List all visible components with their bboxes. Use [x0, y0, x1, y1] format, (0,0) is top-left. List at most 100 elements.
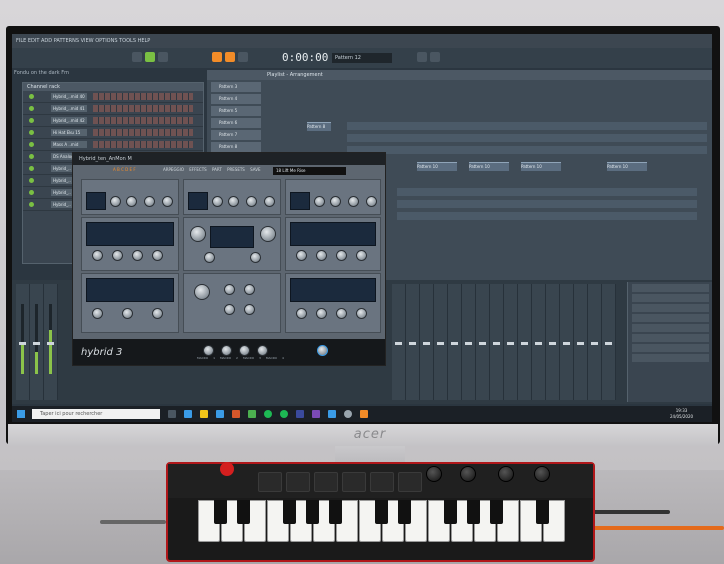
knob[interactable] — [314, 196, 325, 207]
plugin-title[interactable]: Hybrid_ten_AnMon M — [73, 153, 385, 165]
app-icon[interactable] — [344, 410, 352, 418]
knob[interactable] — [244, 304, 255, 315]
mixer-strip[interactable] — [434, 284, 448, 400]
knob[interactable] — [92, 250, 103, 261]
menu-item[interactable]: PART PRESETS — [212, 167, 245, 172]
step-sequence[interactable] — [93, 117, 193, 124]
black-key[interactable] — [467, 500, 480, 524]
mixer-strip[interactable] — [504, 284, 518, 400]
mixer-strip[interactable] — [44, 284, 58, 400]
knob[interactable] — [296, 250, 307, 261]
fader[interactable] — [521, 342, 528, 345]
macro-knob[interactable] — [257, 345, 268, 356]
encoder-knob[interactable] — [498, 466, 514, 482]
effect-slot[interactable] — [632, 354, 709, 362]
fader[interactable] — [437, 342, 444, 345]
channel-led[interactable] — [29, 118, 34, 123]
encoder-knob[interactable] — [426, 466, 442, 482]
knob[interactable] — [336, 308, 347, 319]
knob[interactable] — [356, 250, 367, 261]
knob[interactable] — [348, 196, 359, 207]
app-icon[interactable] — [296, 410, 304, 418]
step-sequence[interactable] — [93, 141, 193, 148]
knob[interactable] — [356, 308, 367, 319]
channel-name[interactable]: Hybrid_..mid 41 — [51, 105, 87, 112]
knob[interactable] — [194, 284, 210, 300]
knob[interactable] — [132, 250, 143, 261]
knob[interactable] — [92, 308, 103, 319]
tab[interactable]: D — [125, 167, 128, 172]
black-key[interactable] — [490, 500, 503, 524]
mixer-strip[interactable] — [602, 284, 616, 400]
tab[interactable]: F — [133, 167, 135, 172]
fader[interactable] — [33, 342, 40, 345]
menu-item[interactable]: EFFECTS — [189, 167, 206, 172]
countdown-icon[interactable] — [238, 52, 248, 62]
playlist-title[interactable]: Playlist - Arrangement — [207, 70, 712, 80]
fader[interactable] — [507, 342, 514, 345]
playlist-clip[interactable] — [347, 134, 707, 142]
knob[interactable] — [336, 250, 347, 261]
taskbar-search-input[interactable]: Taper ici pour rechercher — [32, 409, 160, 419]
black-key[interactable] — [398, 500, 411, 524]
menu-item[interactable]: ARPEGGIO — [163, 167, 184, 172]
knob[interactable] — [244, 284, 255, 295]
knob[interactable] — [112, 250, 123, 261]
channel-name[interactable]: Mass A ..mid — [51, 141, 87, 148]
fader[interactable] — [423, 342, 430, 345]
macro-knob[interactable] — [221, 345, 232, 356]
channel-led[interactable] — [29, 142, 34, 147]
fader[interactable] — [47, 342, 54, 345]
mic-icon[interactable] — [417, 52, 427, 62]
fader[interactable] — [395, 342, 402, 345]
joystick[interactable] — [220, 462, 234, 476]
fader[interactable] — [19, 342, 26, 345]
knob[interactable] — [204, 252, 215, 263]
mixer-strip[interactable] — [546, 284, 560, 400]
fader[interactable] — [479, 342, 486, 345]
effect-slot[interactable] — [632, 304, 709, 312]
tab[interactable]: C — [121, 167, 124, 172]
black-key[interactable] — [306, 500, 319, 524]
drum-pad[interactable] — [286, 472, 310, 492]
metronome-icon[interactable] — [212, 52, 222, 62]
channel-led[interactable] — [29, 190, 34, 195]
black-key[interactable] — [536, 500, 549, 524]
windows-start-icon[interactable] — [17, 410, 25, 418]
fader[interactable] — [451, 342, 458, 345]
channel-led[interactable] — [29, 130, 34, 135]
app-icon[interactable] — [312, 410, 320, 418]
mixer-strip[interactable] — [574, 284, 588, 400]
knob[interactable] — [316, 250, 327, 261]
knob[interactable] — [212, 196, 223, 207]
preset-display[interactable]: 18 Lift Me Rise — [273, 167, 346, 175]
channel-led[interactable] — [29, 178, 34, 183]
stop-button[interactable] — [158, 52, 168, 62]
fader[interactable] — [549, 342, 556, 345]
playlist-clip[interactable] — [397, 188, 697, 196]
playlist-clip[interactable]: Pattern 10 — [469, 162, 509, 171]
knob[interactable] — [110, 196, 121, 207]
encoder-knob[interactable] — [460, 466, 476, 482]
tab[interactable]: E — [130, 167, 133, 172]
knob[interactable] — [296, 308, 307, 319]
mixer-strip[interactable] — [476, 284, 490, 400]
channel-row[interactable]: Hi Hat Eku 15 — [23, 127, 203, 139]
mixer-strip[interactable] — [392, 284, 406, 400]
knob[interactable] — [228, 196, 239, 207]
mixer-strip[interactable] — [420, 284, 434, 400]
channel-rack-title[interactable]: Channel rack — [23, 83, 203, 91]
knob[interactable] — [366, 196, 377, 207]
app-icon[interactable] — [328, 410, 336, 418]
mixer-strip[interactable] — [588, 284, 602, 400]
mixer-strip[interactable] — [462, 284, 476, 400]
drum-pad[interactable] — [342, 472, 366, 492]
playlist-clip[interactable]: Pattern 10 — [417, 162, 457, 171]
channel-led[interactable] — [29, 106, 34, 111]
fader[interactable] — [535, 342, 542, 345]
effect-slot[interactable] — [632, 314, 709, 322]
step-sequence[interactable] — [93, 105, 193, 112]
mixer-icon[interactable] — [430, 52, 440, 62]
mixer-strip[interactable] — [16, 284, 30, 400]
fader[interactable] — [563, 342, 570, 345]
